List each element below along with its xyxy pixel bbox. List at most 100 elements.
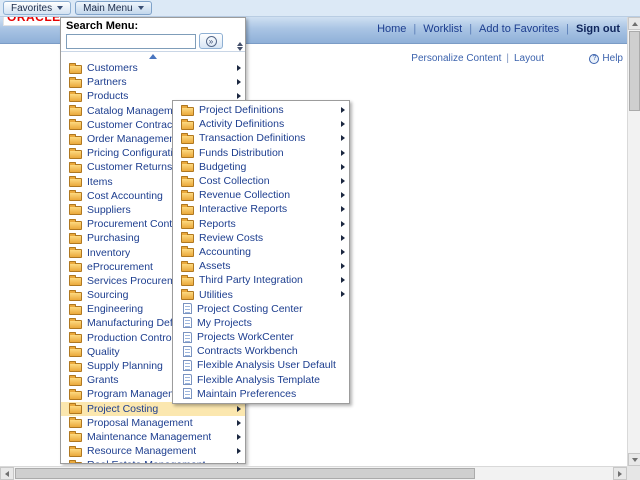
submenu-arrow-icon (341, 263, 345, 269)
page-icon (183, 303, 192, 314)
menu-item-label: Customers (87, 62, 138, 74)
menu-item-label: Activity Definitions (199, 118, 284, 130)
folder-icon (181, 107, 194, 116)
menu-item-partners[interactable]: Partners (61, 75, 245, 89)
menu-item-label: Production Control (87, 332, 174, 344)
menu-item-activity-definitions[interactable]: Activity Definitions (173, 117, 349, 131)
menu-item-label: Partners (87, 76, 127, 88)
menu-item-customers[interactable]: Customers (61, 61, 245, 75)
menu-item-budgeting[interactable]: Budgeting (173, 160, 349, 174)
menu-item-label: Flexible Analysis User Default (197, 359, 336, 371)
folder-icon (181, 163, 194, 172)
personalize-content-link[interactable]: Personalize Content (411, 53, 501, 64)
menu-scroll-up-button[interactable] (61, 52, 245, 61)
submenu-arrow-icon (341, 221, 345, 227)
submenu-arrow-icon (341, 249, 345, 255)
horizontal-scrollbar[interactable] (0, 466, 640, 480)
folder-icon (181, 192, 194, 201)
menu-item-label: Revenue Collection (199, 189, 290, 201)
folder-icon (69, 334, 82, 343)
menu-item-cost-collection[interactable]: Cost Collection (173, 174, 349, 188)
menu-item-flexible-analysis-template[interactable]: Flexible Analysis Template (173, 373, 349, 387)
submenu-arrow-icon (341, 135, 345, 141)
submenu-arrow-icon (341, 235, 345, 241)
submenu-arrow-icon (341, 107, 345, 113)
scrollbar-right-button[interactable] (613, 467, 627, 480)
folder-icon (69, 433, 82, 442)
menu-item-third-party-integration[interactable]: Third Party Integration (173, 273, 349, 287)
menu-item-project-definitions[interactable]: Project Definitions (173, 103, 349, 117)
vertical-scrollbar[interactable] (627, 17, 640, 466)
home-link[interactable]: Home (377, 23, 406, 35)
menu-item-utilities[interactable]: Utilities (173, 287, 349, 301)
menu-item-label: Inventory (87, 247, 130, 259)
vertical-scrollbar-thumb[interactable] (629, 31, 640, 111)
menu-item-project-costing-center[interactable]: Project Costing Center (173, 302, 349, 316)
scrollbar-up-button[interactable] (628, 17, 640, 30)
menu-item-funds-distribution[interactable]: Funds Distribution (173, 146, 349, 160)
separator: | (506, 53, 509, 64)
help-link[interactable]: Help (602, 53, 623, 64)
folder-icon (181, 149, 194, 158)
submenu-list: Project Definitions Activity Definitions… (173, 103, 349, 401)
submenu-arrow-icon (237, 462, 241, 464)
folder-icon (69, 277, 82, 286)
arrow-left-icon (5, 471, 9, 477)
favorites-button[interactable]: Favorites (3, 1, 71, 15)
arrow-up-icon (237, 42, 243, 46)
menu-item-interactive-reports[interactable]: Interactive Reports (173, 202, 349, 216)
menu-item-resource-management[interactable]: Resource Management (61, 444, 245, 458)
menu-resize-control[interactable] (237, 42, 243, 51)
horizontal-scrollbar-thumb[interactable] (15, 468, 475, 479)
add-to-favorites-link[interactable]: Add to Favorites (479, 23, 559, 35)
main-menu-button[interactable]: Main Menu (75, 1, 151, 15)
menu-item-label: Funds Distribution (199, 147, 284, 159)
scrollbar-left-button[interactable] (0, 467, 14, 480)
submenu-arrow-icon (237, 420, 241, 426)
menu-item-label: Purchasing (87, 232, 140, 244)
sign-out-link[interactable]: Sign out (576, 23, 620, 35)
worklist-link[interactable]: Worklist (423, 23, 462, 35)
menu-item-projects-workcenter[interactable]: Projects WorkCenter (173, 330, 349, 344)
submenu-arrow-icon (341, 206, 345, 212)
menu-item-transaction-definitions[interactable]: Transaction Definitions (173, 131, 349, 145)
menu-item-reports[interactable]: Reports (173, 217, 349, 231)
menu-item-label: Utilities (199, 289, 233, 301)
menu-item-proposal-management[interactable]: Proposal Management (61, 416, 245, 430)
project-costing-submenu: Project Definitions Activity Definitions… (172, 100, 350, 404)
folder-icon (181, 135, 194, 144)
menu-item-review-costs[interactable]: Review Costs (173, 231, 349, 245)
submenu-arrow-icon (341, 178, 345, 184)
menu-search-input[interactable] (66, 34, 196, 49)
folder-icon (69, 419, 82, 428)
folder-icon (181, 178, 194, 187)
scrollbar-down-button[interactable] (628, 453, 640, 466)
menu-item-label: Sourcing (87, 289, 128, 301)
menu-item-assets[interactable]: Assets (173, 259, 349, 273)
menu-item-label: Products (87, 90, 128, 102)
folder-icon (181, 220, 194, 229)
menu-item-label: Transaction Definitions (199, 132, 305, 144)
folder-icon (69, 235, 82, 244)
menu-item-label: Project Costing Center (197, 303, 303, 315)
menu-item-label: Supply Planning (87, 360, 163, 372)
menu-item-contracts-workbench[interactable]: Contracts Workbench (173, 344, 349, 358)
folder-icon (181, 121, 194, 130)
layout-link[interactable]: Layout (514, 53, 544, 64)
folder-icon (69, 306, 82, 315)
search-menu-label: Search Menu: (66, 20, 241, 32)
page-icon (183, 317, 192, 328)
menu-item-my-projects[interactable]: My Projects (173, 316, 349, 330)
menu-item-accounting[interactable]: Accounting (173, 245, 349, 259)
menu-item-flexible-analysis-user-default[interactable]: Flexible Analysis User Default (173, 358, 349, 372)
banner-links: Home | Worklist | Add to Favorites | Sig… (377, 23, 620, 35)
menu-search-go-button[interactable]: » (199, 33, 223, 49)
menu-item-revenue-collection[interactable]: Revenue Collection (173, 188, 349, 202)
separator: | (469, 23, 472, 35)
main-menu-button-label: Main Menu (83, 3, 132, 14)
menu-item-maintain-preferences[interactable]: Maintain Preferences (173, 387, 349, 401)
menu-item-real-estate-management[interactable]: Real Estate Management (61, 458, 245, 464)
menu-item-maintenance-management[interactable]: Maintenance Management (61, 430, 245, 444)
menu-item-label: Project Costing (87, 403, 158, 415)
chevron-down-icon (57, 6, 63, 10)
